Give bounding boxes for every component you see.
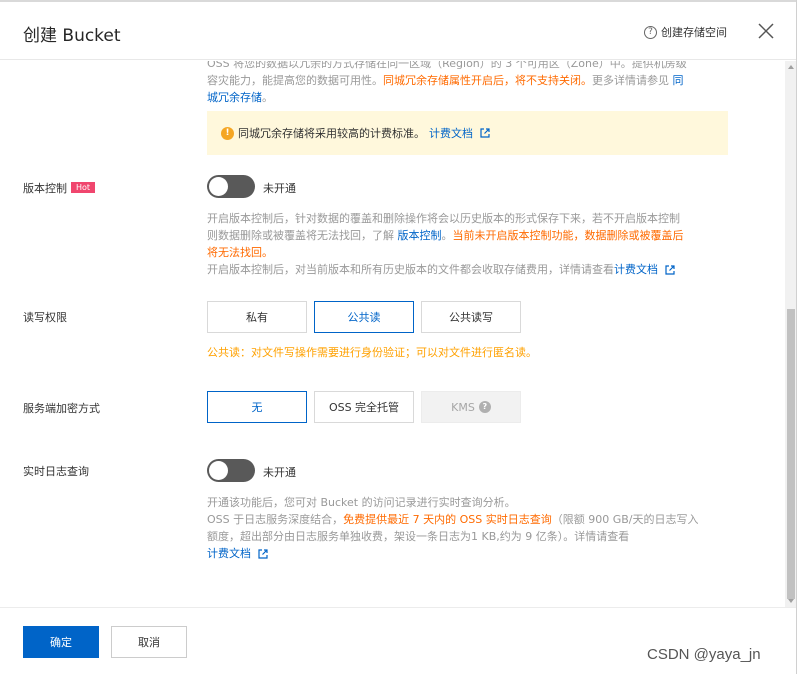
close-icon[interactable] xyxy=(757,22,775,40)
hot-badge: Hot xyxy=(71,182,96,193)
encryption-option-oss-managed[interactable]: OSS 完全托管 xyxy=(314,391,414,423)
billing-notice-text: 同城冗余存储将采用较高的计费标准。 xyxy=(238,127,425,140)
redundancy-desc-more: 更多详情请参见 xyxy=(592,74,669,87)
realtime-log-billing-link[interactable]: 计费文档 xyxy=(207,547,251,560)
switch-knob xyxy=(209,461,228,480)
scroll-up-arrow-icon[interactable] xyxy=(788,65,794,69)
question-icon: ? xyxy=(478,401,491,413)
external-link-icon[interactable] xyxy=(664,265,675,275)
realtime-log-quota: （限额 900 GB/天的日志写入 xyxy=(551,513,699,526)
dialog-body[interactable]: OSS 将您的数据以冗余的方式存储在同一区域（Region）的 3 个可用区（Z… xyxy=(0,61,785,607)
realtime-log-desc-line1: 开通该功能后，您可对 Bucket 的访问记录进行实时查询分析。 xyxy=(207,496,516,509)
confirm-button[interactable]: 确定 xyxy=(23,626,99,658)
billing-notice: ! 同城冗余存储将采用较高的计费标准。 计费文档 xyxy=(207,111,728,155)
realtime-log-switch[interactable] xyxy=(207,459,255,482)
versioning-desc-line1: 开启版本控制后，针对数据的覆盖和删除操作将会以历史版本的形式保存下来，若不开启版… xyxy=(207,212,680,225)
billing-doc-link[interactable]: 计费文档 xyxy=(429,125,473,141)
redundancy-warning: 同城冗余存储属性开启后，将不支持关闭。 xyxy=(383,74,592,87)
redundancy-desc-line1: OSS 将您的数据以冗余的方式存储在同一区域（Region）的 3 个可用区（Z… xyxy=(207,61,687,70)
realtime-log-description: 开通该功能后，您可对 Bucket 的访问记录进行实时查询分析。 OSS 于日志… xyxy=(207,494,747,562)
versioning-switch-label: 未开通 xyxy=(263,182,296,195)
kms-label: KMS xyxy=(451,400,475,414)
acl-hint: 公共读：对文件写操作需要进行身份验证；可以对文件进行匿名读。 xyxy=(207,346,537,359)
versioning-warning-cont: 将无法找回。 xyxy=(207,246,273,259)
acl-label: 读写权限 xyxy=(23,311,67,324)
dialog-header: 创建 Bucket ? 创建存储空间 xyxy=(0,2,797,60)
versioning-description: 开启版本控制后，针对数据的覆盖和删除操作将会以历史版本的形式保存下来，若不开启版… xyxy=(207,210,747,278)
help-link[interactable]: ? 创建存储空间 xyxy=(644,24,727,40)
versioning-warning: 当前未开启版本控制功能，数据删除或被覆盖后 xyxy=(452,229,684,242)
realtime-log-desc-line2: OSS 于日志服务深度结合， xyxy=(207,513,344,526)
encryption-option-none[interactable]: 无 xyxy=(207,391,307,423)
dialog-title: 创建 Bucket xyxy=(23,26,121,46)
scroll-down-arrow-icon[interactable] xyxy=(788,599,794,603)
switch-knob xyxy=(209,177,228,196)
versioning-desc-dot: 。 xyxy=(441,229,453,242)
versioning-label-text: 版本控制 xyxy=(23,182,67,195)
acl-option-public-read-write[interactable]: 公共读写 xyxy=(421,301,521,333)
realtime-log-free-offer: 免费提供最近 7 天内的 OSS 实时日志查询 xyxy=(343,513,552,526)
redundancy-doc-link-b[interactable]: 城冗余存储 xyxy=(207,91,262,104)
acl-option-private[interactable]: 私有 xyxy=(207,301,307,333)
external-link-icon[interactable] xyxy=(257,549,268,559)
redundancy-doc-link-a[interactable]: 同 xyxy=(673,74,684,87)
versioning-billing-link[interactable]: 计费文档 xyxy=(614,263,658,276)
versioning-label: 版本控制 Hot xyxy=(23,180,96,196)
versioning-switch[interactable] xyxy=(207,175,255,198)
external-link-icon[interactable] xyxy=(480,128,490,138)
help-link-label: 创建存储空间 xyxy=(661,26,727,39)
redundancy-desc-end: 。 xyxy=(262,91,273,104)
versioning-billing-text: 开启版本控制后，对当前版本和所有历史版本的文件都会收取存储费用，详情请查看 xyxy=(207,263,614,276)
scrollbar-thumb[interactable] xyxy=(787,309,795,599)
redundancy-description: OSS 将您的数据以冗余的方式存储在同一区域（Region）的 3 个可用区（Z… xyxy=(207,61,747,106)
versioning-doc-link[interactable]: 版本控制 xyxy=(398,229,442,242)
cancel-button[interactable]: 取消 xyxy=(111,626,187,658)
realtime-log-switch-label: 未开通 xyxy=(263,466,296,479)
watermark: CSDN @yaya_jn xyxy=(647,646,761,663)
realtime-log-label: 实时日志查询 xyxy=(23,465,89,478)
redundancy-desc-line2: 容灾能力，能提高您的数据可用性。 xyxy=(207,74,383,87)
question-circle-icon: ? xyxy=(644,25,657,39)
realtime-log-desc-line3: 额度，超出部分由日志服务单独收费，架设一条日志为1 KB,约为 9 亿条）。详情… xyxy=(207,530,630,543)
versioning-desc-line2: 则数据删除或被覆盖将无法找回，了解 xyxy=(207,229,398,242)
dialog-footer: 确定 取消 CSDN @yaya_jn xyxy=(0,607,797,674)
encryption-option-kms[interactable]: KMS ? xyxy=(421,391,521,423)
encryption-label: 服务端加密方式 xyxy=(23,402,100,415)
acl-option-public-read[interactable]: 公共读 xyxy=(314,301,414,333)
warning-icon: ! xyxy=(221,126,234,140)
